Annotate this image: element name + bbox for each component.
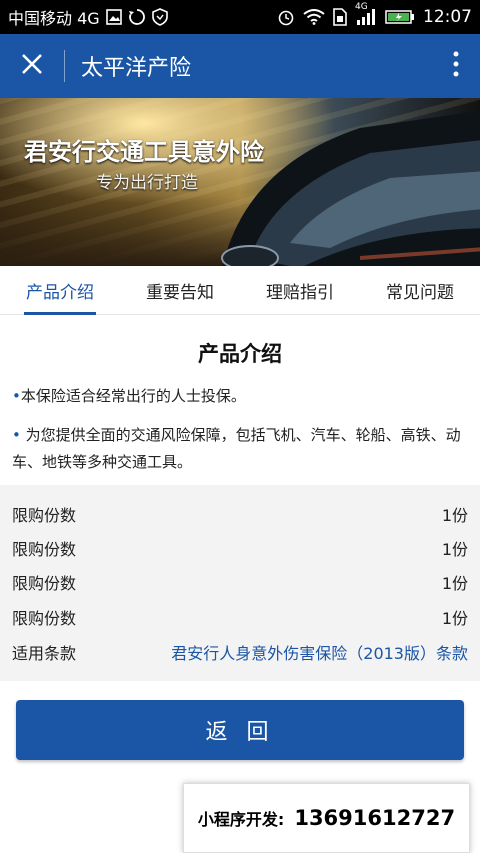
promo-phone: 13691612727 xyxy=(294,806,456,830)
info-row-label: 限购份数 xyxy=(12,574,77,593)
tab-important-notice[interactable]: 重要告知 xyxy=(120,266,240,314)
promo-banner: 小程序开发: 13691612727 xyxy=(183,783,470,853)
sim-icon xyxy=(333,8,347,26)
info-row-value: 1份 xyxy=(441,609,468,628)
info-row-value: 1份 xyxy=(441,574,468,593)
signal-icon: 4G xyxy=(355,2,377,26)
banner-subtitle: 专为出行打造 xyxy=(96,173,198,193)
info-row-value: 1份 xyxy=(441,540,468,559)
network-type-label: 4G xyxy=(355,2,368,12)
wifi-icon xyxy=(303,9,325,25)
status-bar: 中国移动 4G 4G 12:07 xyxy=(0,0,480,34)
product-banner: 君安行交通工具意外险 专为出行打造 xyxy=(0,98,480,266)
clock: 12:07 xyxy=(423,7,472,27)
bullet-item: • 为您提供全面的交通风险保障，包括飞机、汽车、轮船、高铁、动车、地铁等多种交通… xyxy=(12,422,468,476)
sync-icon xyxy=(128,8,146,26)
tab-claims-guide[interactable]: 理赔指引 xyxy=(240,266,360,314)
bullet-dot: • xyxy=(12,387,21,405)
terms-link[interactable]: 君安行人身意外伤害保险（2013版）条款 xyxy=(171,640,468,664)
close-icon xyxy=(20,52,44,80)
carrier-label: 中国移动 4G xyxy=(8,9,100,28)
tab-product-intro[interactable]: 产品介绍 xyxy=(0,266,120,315)
more-menu-button[interactable] xyxy=(432,34,480,98)
info-row-value: 1份 xyxy=(441,506,468,525)
info-row: 限购份数 1份 xyxy=(12,600,468,634)
section-title: 产品介绍 xyxy=(198,342,282,366)
banner-title: 君安行交通工具意外险 xyxy=(24,138,264,166)
info-row: 限购份数 1份 xyxy=(12,565,468,599)
promo-label: 小程序开发: xyxy=(197,810,285,829)
more-vertical-icon xyxy=(452,51,460,81)
terms-row: 适用条款 君安行人身意外伤害保险（2013版）条款 xyxy=(12,635,468,669)
info-row: 限购份数 1份 xyxy=(12,497,468,531)
info-row-label: 限购份数 xyxy=(12,540,77,559)
bullet-item: •本保险适合经常出行的人士投保。 xyxy=(12,383,468,410)
info-row: 限购份数 1份 xyxy=(12,531,468,565)
battery-icon xyxy=(385,9,415,25)
bullet-text: 本保险适合经常出行的人士投保。 xyxy=(20,387,246,405)
tab-faq[interactable]: 常见问题 xyxy=(360,266,480,314)
page-title: 太平洋产险 xyxy=(81,56,192,81)
info-row-label: 限购份数 xyxy=(12,609,77,628)
terms-label: 适用条款 xyxy=(12,644,77,663)
bullet-dot: • xyxy=(12,426,21,444)
bullet-text: 为您提供全面的交通风险保障，包括飞机、汽车、轮船、高铁、动车、地铁等多种交通工具… xyxy=(12,426,461,471)
info-row-label: 限购份数 xyxy=(12,506,77,525)
shield-icon xyxy=(151,8,168,26)
alarm-icon xyxy=(277,8,295,26)
close-button[interactable] xyxy=(0,34,64,98)
app-bar: 太平洋产险 xyxy=(0,34,480,98)
image-icon xyxy=(105,9,122,25)
tab-bar: 产品介绍 重要告知 理赔指引 常见问题 xyxy=(0,266,480,315)
app-bar-divider xyxy=(64,50,65,82)
back-button[interactable]: 返 回 xyxy=(16,700,464,760)
